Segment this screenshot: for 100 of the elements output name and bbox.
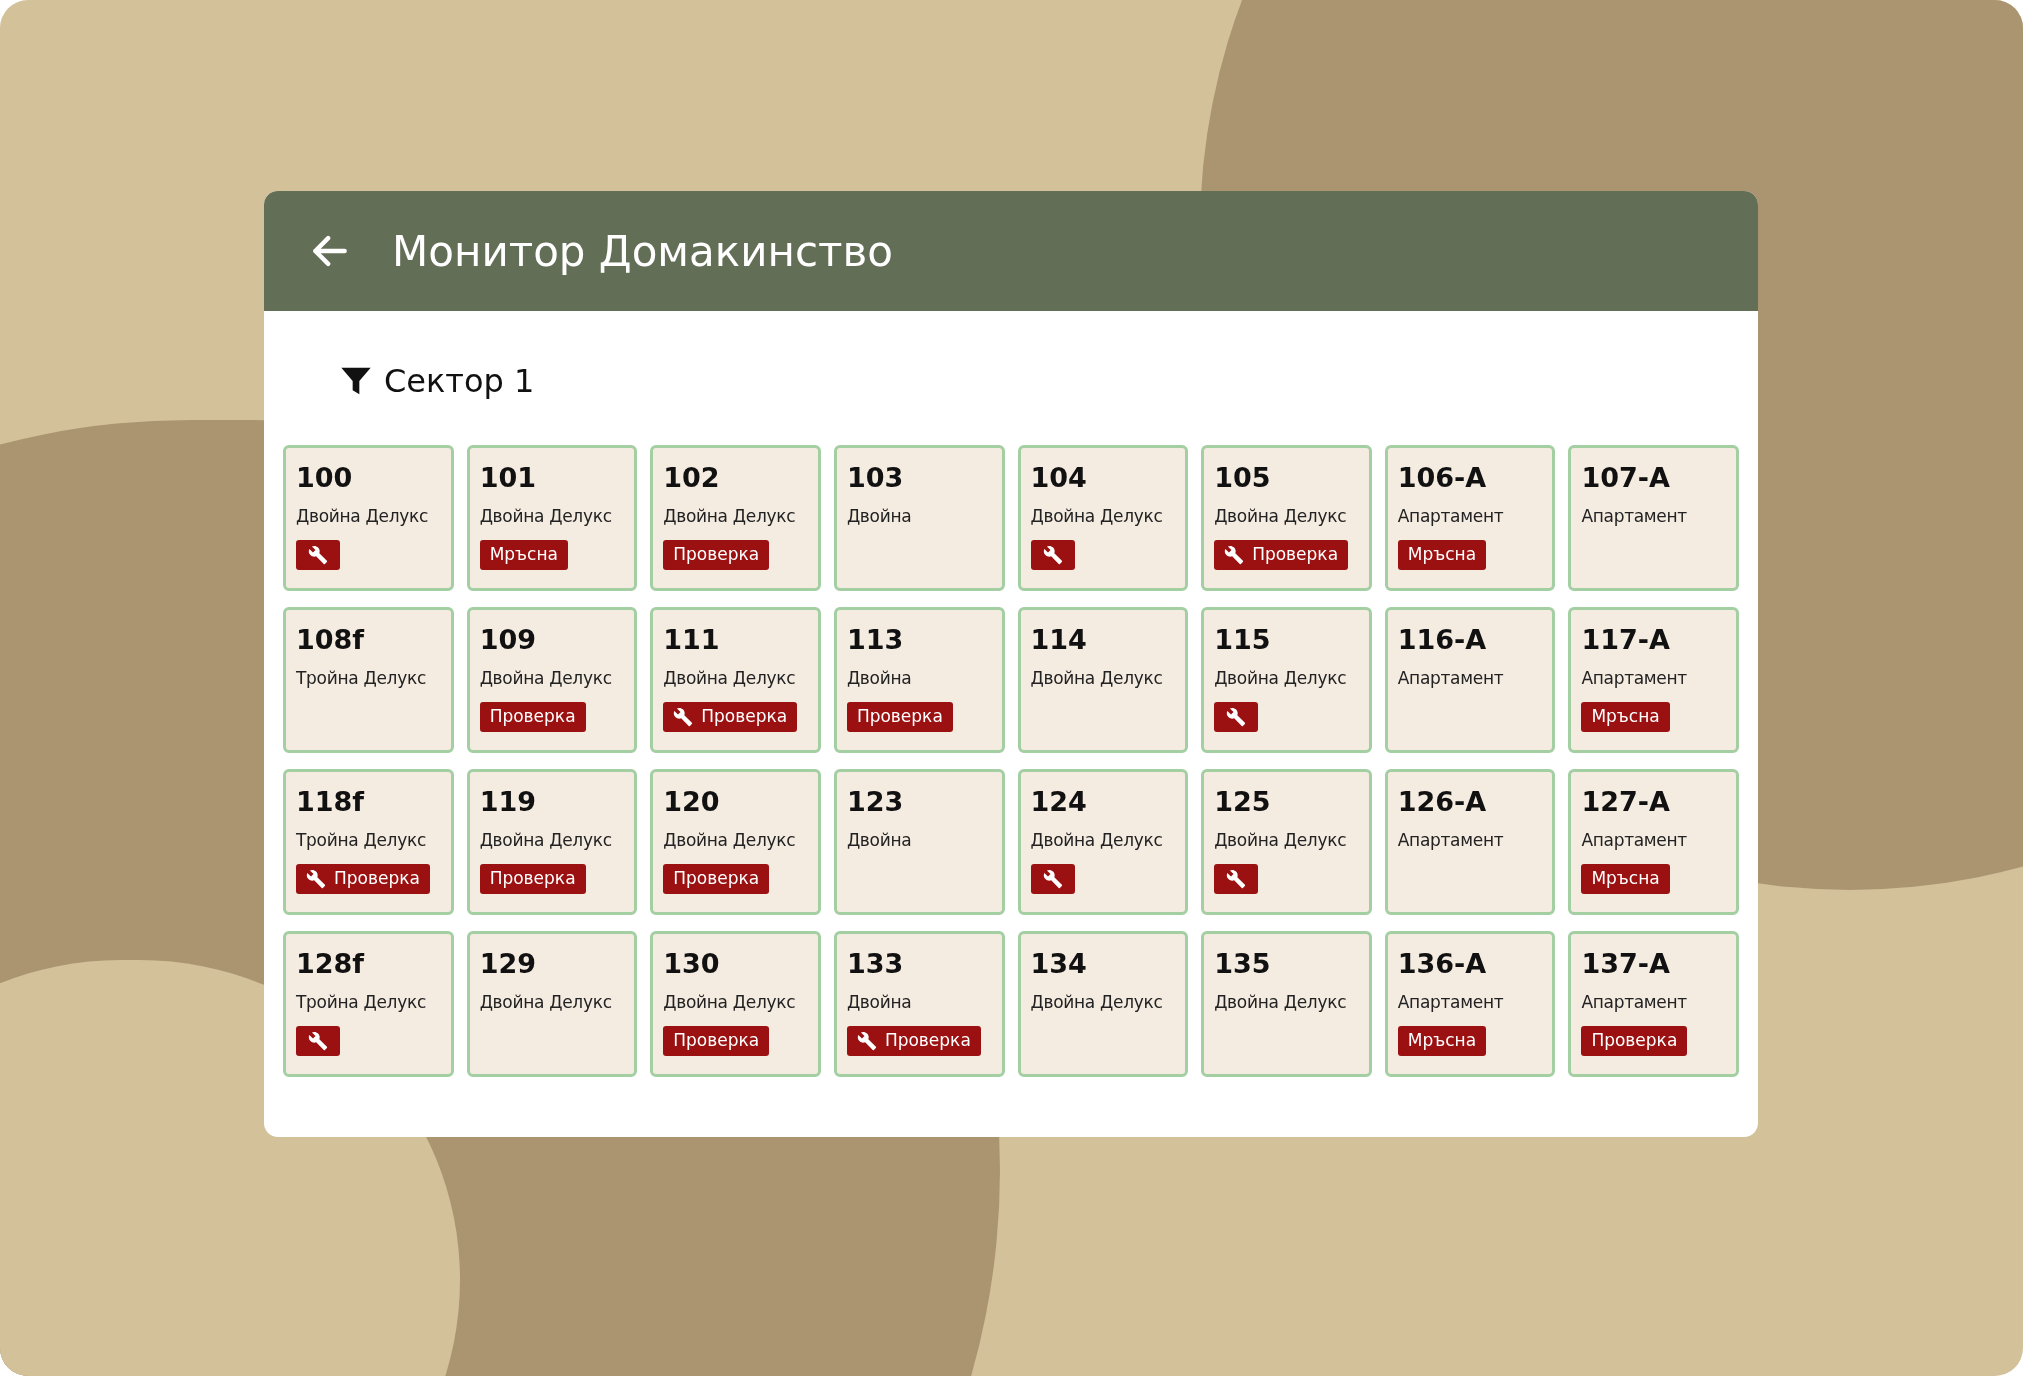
room-type: Апартамент bbox=[1581, 667, 1688, 690]
room-card[interactable]: 105 Двойна Делукс Проверка bbox=[1201, 445, 1372, 591]
room-type: Двойна Делукс bbox=[479, 829, 613, 852]
room-type: Апартамент bbox=[1581, 991, 1688, 1014]
room-number: 107-A bbox=[1581, 462, 1671, 494]
room-type: Двойна Делукс bbox=[1030, 991, 1164, 1014]
room-type: Тройна Делукс bbox=[296, 667, 427, 690]
status-label: Мръсна bbox=[489, 542, 558, 566]
room-card[interactable]: 125 Двойна Делукс bbox=[1201, 769, 1372, 915]
room-number: 120 bbox=[663, 786, 721, 818]
room-type: Двойна Делукс bbox=[663, 829, 797, 852]
room-type: Двойна bbox=[846, 991, 913, 1014]
room-number: 137-A bbox=[1581, 948, 1671, 980]
room-type: Двойна Делукс bbox=[1214, 667, 1348, 690]
room-card[interactable]: 100 Двойна Делукс bbox=[283, 445, 454, 591]
room-card[interactable]: 129 Двойна Делукс bbox=[466, 931, 638, 1077]
room-type: Двойна Делукс bbox=[1214, 505, 1348, 528]
status-label: Мръсна bbox=[1591, 704, 1660, 728]
room-card[interactable]: 115 Двойна Делукс bbox=[1201, 607, 1372, 753]
room-number: 116-A bbox=[1397, 624, 1488, 656]
room-card[interactable]: 127-A Апартамент Мръсна bbox=[1568, 769, 1739, 915]
room-card[interactable]: 137-A Апартамент Проверка bbox=[1568, 931, 1739, 1077]
room-type: Апартамент bbox=[1397, 667, 1505, 690]
room-card[interactable]: 134 Двойна Делукс bbox=[1017, 931, 1189, 1077]
room-card[interactable]: 117-A Апартамент Мръсна bbox=[1568, 607, 1739, 753]
room-number: 104 bbox=[1030, 462, 1088, 494]
room-card[interactable]: 136-A Апартамент Мръсна bbox=[1384, 931, 1556, 1077]
room-type: Двойна Делукс bbox=[296, 505, 430, 528]
status-label: Проверка bbox=[489, 866, 576, 890]
room-type: Двойна Делукс bbox=[1030, 667, 1164, 690]
room-type: Двойна bbox=[846, 667, 913, 690]
status-label: Мръсна bbox=[1591, 866, 1660, 890]
room-number: 114 bbox=[1030, 624, 1088, 656]
room-number: 102 bbox=[663, 462, 721, 494]
room-card[interactable]: 109 Двойна Делукс Проверка bbox=[466, 607, 638, 753]
status-label: Проверка bbox=[489, 704, 576, 728]
status-label: Проверка bbox=[1591, 1028, 1678, 1052]
room-card[interactable]: 133 Двойна Проверка bbox=[833, 931, 1005, 1077]
room-type: Апартамент bbox=[1581, 829, 1688, 852]
room-type: Двойна Делукс bbox=[663, 667, 797, 690]
room-card[interactable]: 108f Тройна Делукс bbox=[283, 607, 454, 753]
room-number: 136-A bbox=[1397, 948, 1488, 980]
room-card[interactable]: 118f Тройна Делукс Проверка bbox=[283, 769, 454, 915]
room-card[interactable]: 128f Тройна Делукс bbox=[283, 931, 454, 1077]
status-label: Проверка bbox=[673, 542, 760, 566]
room-card[interactable]: 103 Двойна bbox=[833, 445, 1005, 591]
room-type: Апартамент bbox=[1397, 829, 1505, 852]
room-number: 105 bbox=[1214, 462, 1272, 494]
room-number: 124 bbox=[1030, 786, 1088, 818]
sector-filter-label[interactable]: Сектор 1 bbox=[384, 357, 535, 405]
room-number: 128f bbox=[296, 948, 366, 980]
room-card[interactable]: 111 Двойна Делукс Проверка bbox=[650, 607, 821, 753]
room-number: 127-A bbox=[1581, 786, 1671, 818]
room-type: Апартамент bbox=[1397, 505, 1505, 528]
room-number: 106-A bbox=[1397, 462, 1488, 494]
room-number: 135 bbox=[1214, 948, 1272, 980]
status-label: Мръсна bbox=[1407, 1028, 1477, 1052]
room-number: 115 bbox=[1214, 624, 1272, 656]
status-label: Мръсна bbox=[1407, 542, 1477, 566]
room-type: Двойна Делукс bbox=[479, 991, 613, 1014]
room-type: Двойна Делукс bbox=[1030, 505, 1164, 528]
room-card[interactable]: 120 Двойна Делукс Проверка bbox=[650, 769, 821, 915]
room-card[interactable]: 116-A Апартамент bbox=[1384, 607, 1556, 753]
status-label: Проверка bbox=[334, 866, 420, 890]
room-number: 103 bbox=[846, 462, 905, 494]
room-type: Двойна Делукс bbox=[479, 505, 613, 528]
room-card[interactable]: 130 Двойна Делукс Проверка bbox=[650, 931, 821, 1077]
room-type: Двойна Делукс bbox=[1030, 829, 1164, 852]
room-type: Апартамент bbox=[1581, 505, 1688, 528]
room-type: Тройна Делукс bbox=[296, 991, 427, 1014]
room-card[interactable]: 124 Двойна Делукс bbox=[1017, 769, 1189, 915]
room-card[interactable]: 104 Двойна Делукс bbox=[1017, 445, 1189, 591]
status-label: Проверка bbox=[673, 1028, 760, 1052]
room-card[interactable]: 107-A Апартамент bbox=[1568, 445, 1739, 591]
room-card[interactable]: 106-A Апартамент Мръсна bbox=[1384, 445, 1556, 591]
room-type: Апартамент bbox=[1397, 991, 1505, 1014]
room-number: 111 bbox=[663, 624, 721, 656]
room-number: 109 bbox=[479, 624, 537, 656]
room-number: 100 bbox=[296, 462, 354, 494]
room-number: 118f bbox=[296, 786, 366, 818]
status-label: Проверка bbox=[701, 704, 788, 728]
status-label: Проверка bbox=[856, 704, 943, 728]
room-type: Двойна bbox=[846, 829, 913, 852]
room-card[interactable]: 102 Двойна Делукс Проверка bbox=[650, 445, 821, 591]
room-number: 108f bbox=[296, 624, 366, 656]
room-card[interactable]: 113 Двойна Проверка bbox=[833, 607, 1005, 753]
room-card[interactable]: 135 Двойна Делукс bbox=[1201, 931, 1372, 1077]
room-number: 125 bbox=[1214, 786, 1272, 818]
room-type: Двойна Делукс bbox=[663, 991, 797, 1014]
room-card[interactable]: 119 Двойна Делукс Проверка bbox=[466, 769, 638, 915]
status-label: Проверка bbox=[884, 1028, 971, 1052]
room-type: Двойна Делукс bbox=[663, 505, 797, 528]
room-number: 133 bbox=[846, 948, 905, 980]
room-card[interactable]: 126-A Апартамент bbox=[1384, 769, 1556, 915]
room-type: Двойна Делукс bbox=[1214, 829, 1348, 852]
room-card[interactable]: 114 Двойна Делукс bbox=[1017, 607, 1189, 753]
room-number: 126-A bbox=[1397, 786, 1488, 818]
room-number: 123 bbox=[846, 786, 905, 818]
room-card[interactable]: 123 Двойна bbox=[833, 769, 1005, 915]
room-card[interactable]: 101 Двойна Делукс Мръсна bbox=[466, 445, 638, 591]
